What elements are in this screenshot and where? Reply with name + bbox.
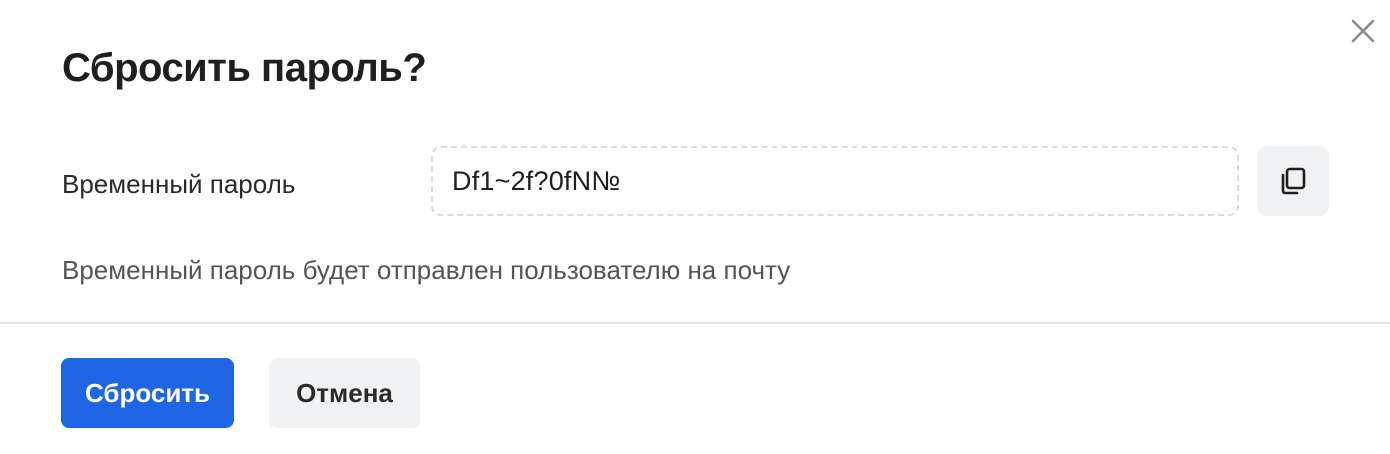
copy-password-button[interactable] xyxy=(1257,146,1329,216)
temp-password-value[interactable]: Df1~2f?0fN№ xyxy=(452,166,621,197)
reset-button[interactable]: Сбросить xyxy=(61,358,234,428)
dialog-title: Сбросить пароль? xyxy=(62,46,427,90)
divider xyxy=(0,322,1390,324)
hint-text: Временный пароль будет отправлен пользов… xyxy=(62,255,791,285)
close-icon xyxy=(1351,19,1375,43)
temp-password-label: Временный пароль xyxy=(62,169,296,199)
copy-icon xyxy=(1281,167,1306,195)
cancel-button[interactable]: Отмена xyxy=(269,358,420,428)
close-button[interactable] xyxy=(1346,14,1380,48)
reset-password-dialog: Сбросить пароль? Временный пароль Df1~2f… xyxy=(0,0,1390,454)
temp-password-field[interactable]: Df1~2f?0fN№ xyxy=(431,146,1239,216)
